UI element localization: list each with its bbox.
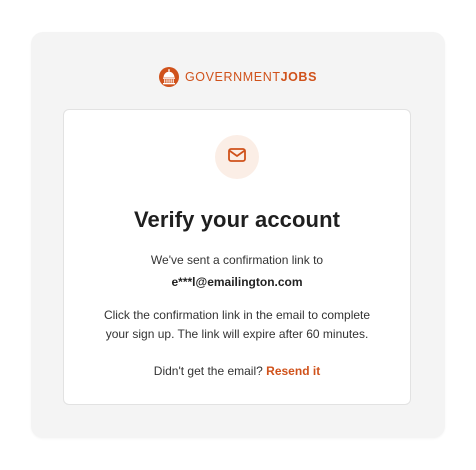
brand-header: GOVERNMENTJOBS	[31, 67, 445, 87]
brand-name-bold: JOBS	[280, 69, 318, 84]
verify-panel: GOVERNMENTJOBS Verify your account We've…	[31, 32, 445, 438]
resend-prompt-text: Didn't get the email?	[153, 364, 263, 378]
resend-link[interactable]: Resend it	[266, 364, 320, 378]
capitol-dome-icon	[158, 67, 179, 87]
sent-text: We've sent a confirmation link to	[150, 253, 324, 267]
mail-icon	[228, 147, 246, 167]
mail-icon-badge	[215, 135, 259, 179]
instruction-text-line2: your sign up. The link will expire after…	[105, 327, 369, 341]
brand-name: GOVERNMENTJOBS	[185, 71, 317, 84]
page-title: Verify your account	[133, 207, 341, 232]
email-address: e***l@emailington.com	[171, 275, 303, 289]
instruction-text-line1: Click the confirmation link in the email…	[103, 308, 371, 322]
resend-prompt: Didn't get the email? Resend it	[64, 364, 410, 378]
verify-card: Verify your account We've sent a confirm…	[63, 109, 411, 405]
brand-name-light: GOVERNMENT	[184, 69, 281, 84]
